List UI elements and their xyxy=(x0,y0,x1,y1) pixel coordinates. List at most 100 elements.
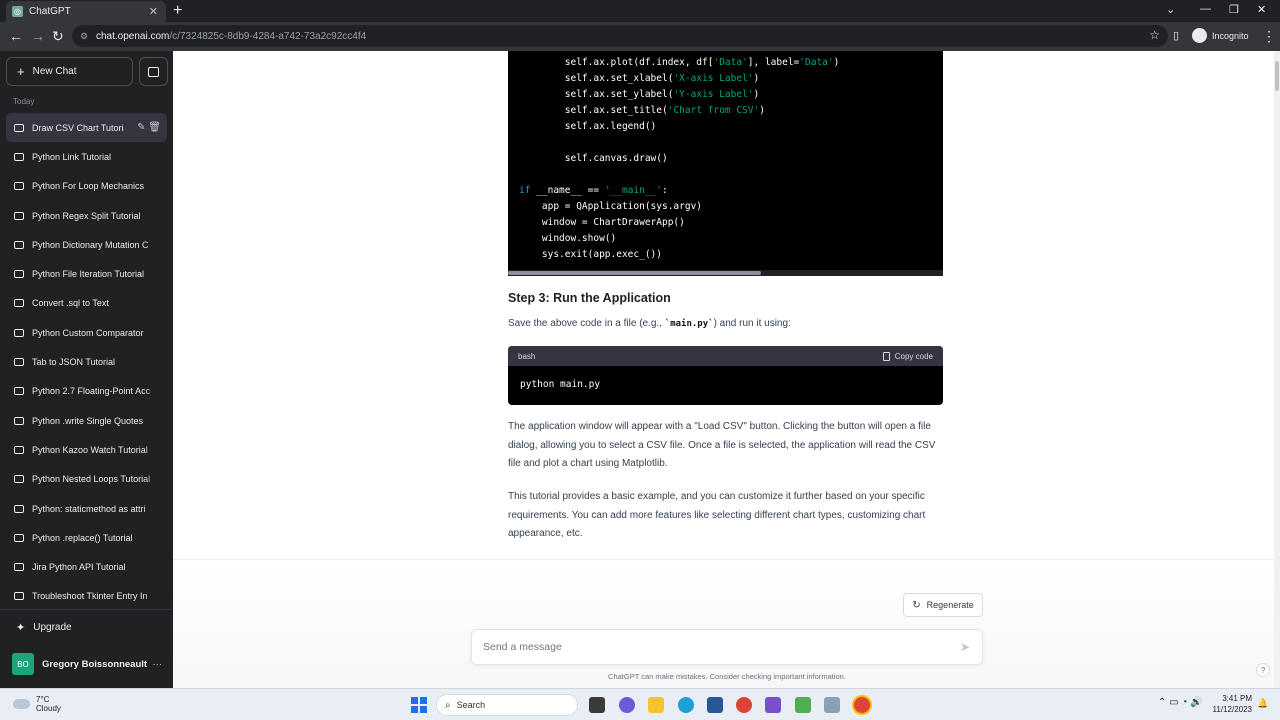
time: 3:41 PM xyxy=(1222,694,1252,703)
chat-bubble-icon xyxy=(14,475,24,484)
notification-bell-icon[interactable]: 🔔 xyxy=(1257,698,1268,709)
minimize-icon[interactable]: — xyxy=(1200,3,1211,15)
bash-code-content: python main.py xyxy=(520,379,601,390)
task-view-icon[interactable] xyxy=(589,697,605,713)
history-item[interactable]: Python: staticmethod as attri xyxy=(6,493,167,524)
new-chat-label: New Chat xyxy=(32,66,77,77)
scrollbar-thumb[interactable] xyxy=(508,271,761,275)
regenerate-button[interactable]: ↻ Regenerate xyxy=(903,593,983,617)
temperature: 7°C xyxy=(36,695,50,704)
history-item[interactable]: Tab to JSON Tutorial xyxy=(6,347,167,377)
taskbar-search[interactable]: ⌕ Search xyxy=(436,694,578,716)
more-options-icon: ··· xyxy=(152,658,163,670)
history-item[interactable]: Python Custom Comparator xyxy=(6,318,167,348)
edge-browser-icon[interactable] xyxy=(678,697,694,713)
restore-icon[interactable]: ❐ xyxy=(1229,3,1239,16)
history-item-label: Python Dictionary Mutation C xyxy=(32,239,149,250)
close-sidebar-button[interactable] xyxy=(139,57,168,86)
history-item[interactable]: Convert .sql to Text xyxy=(6,288,167,319)
history-item[interactable]: Jira Python API Tutorial xyxy=(6,552,167,582)
disclaimer: ChatGPT can make mistakes. Consider chec… xyxy=(608,672,846,681)
history-item[interactable]: Python Nested Loops Tutorial xyxy=(6,464,167,494)
new-chat-button[interactable]: + New Chat xyxy=(6,57,133,86)
refresh-icon: ↻ xyxy=(912,599,921,611)
chat-bubble-icon xyxy=(14,504,24,513)
scrollbar-thumb[interactable] xyxy=(1275,61,1279,91)
browser-menu-icon[interactable]: ⋮ xyxy=(1262,28,1276,45)
chrome-active-icon[interactable] xyxy=(854,697,870,713)
screen-tool-icon[interactable] xyxy=(824,697,840,713)
reload-icon[interactable]: ↻ xyxy=(52,28,64,45)
help-button[interactable]: ? xyxy=(1256,663,1270,677)
user-menu-button[interactable]: BO Gregory Boissonneault ··· xyxy=(12,653,162,675)
history-item-label: Python .write Single Quotes xyxy=(32,415,144,426)
history-item-label: Draw CSV Chart Tutorial xyxy=(32,122,124,133)
browser-tab[interactable]: ◎ ChatGPT ✕ xyxy=(6,1,166,22)
history-item[interactable]: Python File Iteration Tutorial xyxy=(6,259,167,289)
app-icon[interactable] xyxy=(765,697,781,713)
chat-bubble-icon xyxy=(14,387,24,396)
bookmark-star-icon[interactable]: ☆ xyxy=(1149,28,1160,42)
system-tray-icons[interactable]: ⌃ ▭ ◔ 🔊 xyxy=(1158,697,1203,708)
chat-bubble-icon xyxy=(14,358,24,367)
weather-condition: Cloudy xyxy=(36,704,61,713)
sparkle-icon: ✦ xyxy=(16,622,26,634)
new-tab-button[interactable]: + xyxy=(173,2,182,20)
forward-icon[interactable]: → xyxy=(31,28,45,44)
chrome-icon[interactable] xyxy=(736,697,752,713)
code-horizontal-scrollbar[interactable] xyxy=(508,270,943,276)
chat-bubble-icon xyxy=(14,152,24,161)
copy-code-button[interactable]: Copy code xyxy=(882,351,933,361)
send-icon[interactable]: ➤ xyxy=(960,640,970,654)
composer-area xyxy=(173,559,1274,688)
history-item[interactable]: Python Regex Split Tutorial xyxy=(6,200,167,231)
address-bar[interactable]: ⚙ chat.openai.com/c/7324825c-8db9-4284-a… xyxy=(72,25,1168,47)
incognito-indicator[interactable]: Incognito xyxy=(1192,28,1249,43)
history-item-label: Python .replace() Tutorial xyxy=(32,532,133,543)
close-window-icon[interactable]: ✕ xyxy=(1257,3,1266,16)
weather-widget[interactable]: 7°C Cloudy xyxy=(13,695,61,713)
chat-bubble-icon xyxy=(14,182,24,191)
tab-search-icon[interactable]: ⌄ xyxy=(1166,3,1175,16)
clock[interactable]: 3:41 PM 11/12/2023 xyxy=(1210,693,1252,715)
history-item[interactable]: Python Kazoo Watch Tutorial xyxy=(6,435,167,465)
url-path: /c/7324825c-8db9-4284-a742-73a2c92cc4f4 xyxy=(169,30,367,42)
sidebar-divider xyxy=(0,609,173,610)
history-item-label: Python Custom Comparator xyxy=(32,327,144,338)
page-scrollbar[interactable] xyxy=(1274,51,1280,688)
history-item[interactable]: Troubleshoot Tkinter Entry In xyxy=(6,581,167,612)
message-input[interactable] xyxy=(472,641,942,653)
side-panel-icon[interactable]: ▯ xyxy=(1173,29,1179,42)
chat-bubble-icon xyxy=(14,563,24,572)
close-tab-icon[interactable]: ✕ xyxy=(149,5,158,18)
upgrade-button[interactable]: ✦ Upgrade xyxy=(16,621,72,634)
history-item[interactable]: Python Link Tutorial xyxy=(6,142,167,172)
history-item-label: Jira Python API Tutorial xyxy=(32,562,126,573)
start-button[interactable] xyxy=(411,697,427,713)
message-composer: ➤ xyxy=(471,629,983,665)
back-icon[interactable]: ← xyxy=(9,28,23,44)
history-item-label: Python 2.7 Floating-Point Acc xyxy=(32,386,151,397)
history-item[interactable]: Python .write Single Quotes xyxy=(6,405,167,436)
history-item-label: Python: staticmethod as attri xyxy=(32,503,146,514)
sidebar: + New Chat Today Draw CSV Chart Tutorial… xyxy=(0,51,173,688)
history-item[interactable]: Python 2.7 Floating-Point Acc xyxy=(6,376,167,406)
save-instructions: Save the above code in a file (e.g., `ma… xyxy=(508,318,791,329)
editor-app-icon[interactable] xyxy=(795,697,811,713)
history-item[interactable]: Draw CSV Chart Tutorial ✎ 🗑 xyxy=(6,113,167,143)
file-explorer-icon[interactable] xyxy=(648,697,664,713)
chat-bubble-icon xyxy=(14,299,24,308)
history-item[interactable]: Python .replace() Tutorial xyxy=(6,523,167,553)
incognito-label: Incognito xyxy=(1212,30,1249,41)
store-icon[interactable] xyxy=(707,697,723,713)
edit-trash-icons[interactable]: ✎ 🗑 xyxy=(137,122,161,133)
code-block: self.ax.plot(df.index, df['Data'], label… xyxy=(508,51,943,276)
chat-app-icon[interactable] xyxy=(619,697,635,713)
chat-bubble-icon xyxy=(14,211,24,220)
history-item[interactable]: Python Dictionary Mutation C xyxy=(6,230,167,260)
chat-bubble-icon xyxy=(14,123,24,132)
incognito-icon xyxy=(1192,28,1207,43)
site-info-icon[interactable]: ⚙ xyxy=(80,31,90,42)
history-item[interactable]: Python For Loop Mechanics xyxy=(6,171,167,201)
chat-bubble-icon xyxy=(14,416,24,425)
